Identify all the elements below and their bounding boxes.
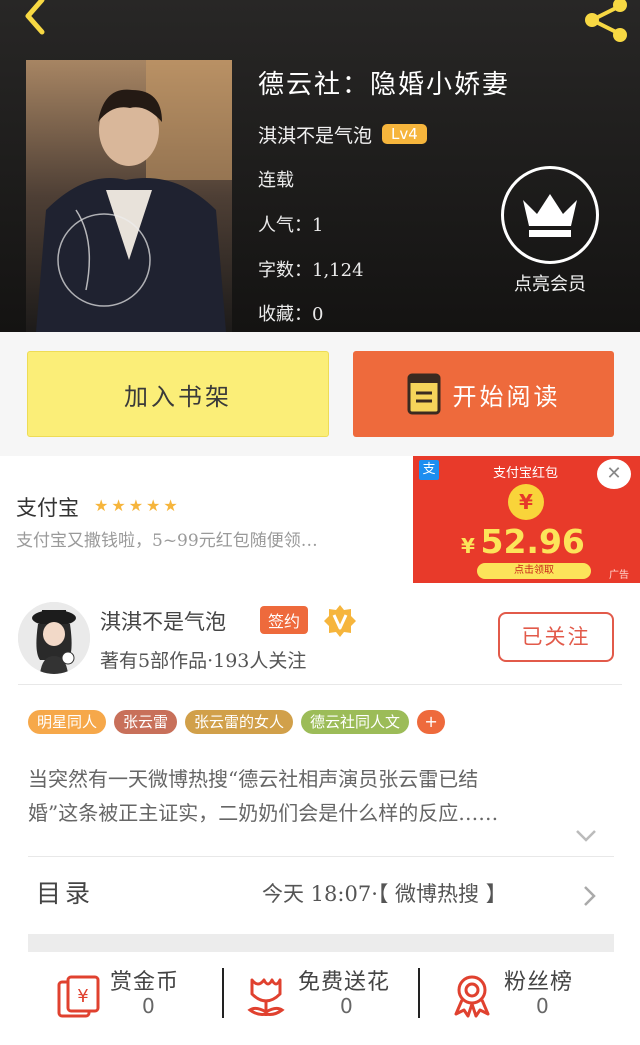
claim-button[interactable]: 点击领取 — [477, 563, 591, 579]
alipay-logo-icon: 支 — [419, 460, 439, 480]
section-separator — [28, 934, 614, 952]
fan-rank-button[interactable]: 粉丝榜 0 — [450, 964, 600, 1024]
ad-image[interactable]: 支 支付宝红包 ✕ ¥ ¥ 52.96 点击领取 广告 — [413, 456, 640, 583]
add-tag-button[interactable]: + — [417, 710, 446, 734]
book-favorites: 收藏：0 — [258, 304, 324, 325]
ad-app-name: 支付宝 — [16, 496, 79, 520]
book-header: 德云社：隐婚小娇妻 淇淇不是气泡 Lv4 连载 人气：1 字数：1,124 收藏… — [0, 0, 640, 332]
author-avatar[interactable] — [18, 602, 90, 674]
send-flower-count: 0 — [340, 994, 353, 1018]
tag-item[interactable]: 德云社同人文 — [301, 710, 410, 734]
expand-chevron-down-icon[interactable] — [574, 828, 598, 844]
back-button[interactable] — [14, 0, 54, 40]
book-popularity: 人气：1 — [258, 215, 324, 236]
latest-chapter[interactable]: 今天 18:07·【 微博热搜 】 — [262, 878, 507, 908]
divider — [28, 856, 614, 857]
ad-tag: 广告 — [609, 570, 629, 581]
description-line: 当突然有一天微博热搜“德云社相声演员张云雷已结 — [28, 767, 479, 791]
verified-icon — [324, 605, 356, 637]
fan-rank-count: 0 — [536, 994, 549, 1018]
bottom-action-bar: ¥ 赏金币 0 免费送花 0 粉丝榜 0 — [0, 964, 640, 1024]
reward-coins-count: 0 — [142, 994, 155, 1018]
author-name[interactable]: 淇淇不是气泡 — [258, 121, 372, 148]
share-icon — [585, 0, 627, 42]
vip-membership-button[interactable]: 点亮会员 — [500, 166, 600, 296]
flower-icon — [247, 978, 285, 1016]
money-envelope-icon: ¥ — [57, 975, 100, 1018]
svg-text:¥: ¥ — [77, 986, 88, 1007]
red-packet-title: 支付宝红包 — [493, 466, 559, 481]
reward-coins-label: 赏金币 — [110, 970, 180, 995]
cover-illustration — [26, 60, 232, 332]
start-reading-label: 开始阅读 — [452, 382, 561, 411]
tag-item[interactable]: 明星同人 — [28, 710, 107, 734]
reward-coins-button[interactable]: ¥ 赏金币 0 — [56, 964, 206, 1024]
separator — [222, 968, 224, 1018]
book-status: 连载 — [258, 170, 294, 191]
currency-symbol: ¥ — [461, 534, 475, 558]
author-name-link[interactable]: 淇淇不是气泡 — [100, 606, 226, 636]
ad-rating-stars: ★★★★★ — [94, 496, 181, 515]
description-line: 婚”这条被正主证实，二奶奶们会是什么样的反应…… — [28, 801, 499, 825]
ad-description: 支付宝又撒钱啦，5~99元红包随便领… — [16, 531, 318, 551]
coin-icon: ¥ — [508, 484, 544, 520]
follow-button[interactable]: 已关注 — [498, 612, 614, 662]
author-row[interactable]: 淇淇不是气泡 Lv4 — [258, 120, 427, 148]
book-cover-image[interactable] — [26, 60, 232, 332]
divider — [18, 684, 622, 685]
author-stats: 著有5部作品·193人关注 — [100, 650, 307, 672]
tag-item[interactable]: 张云雷 — [114, 710, 178, 734]
ad-close-button[interactable]: ✕ — [597, 459, 631, 489]
share-button[interactable] — [580, 0, 634, 44]
ad-banner-row[interactable]: 支付宝 ★★★★★ 支付宝又撒钱啦，5~99元红包随便领… 支 支付宝红包 ✕ … — [0, 456, 640, 592]
book-info-card: 淇淇不是气泡 签约 著有5部作品·193人关注 已关注 明星同人 张云雷 张云雷… — [0, 592, 640, 1045]
tag-item[interactable]: 张云雷的女人 — [185, 710, 294, 734]
vip-label: 点亮会员 — [514, 274, 586, 295]
book-icon — [407, 373, 440, 415]
crown-icon — [523, 194, 577, 237]
send-flower-button[interactable]: 免费送花 0 — [244, 964, 414, 1024]
book-word-count: 字数：1,124 — [258, 260, 364, 281]
avatar-illustration — [18, 602, 90, 674]
add-to-shelf-label: 加入书架 — [124, 382, 232, 411]
table-of-contents-label[interactable]: 目录 — [36, 874, 94, 910]
verified-v-badge — [323, 604, 357, 638]
book-description[interactable]: 当突然有一天微博热搜“德云社相声演员张云雷已结 婚”这条被正主证实，二奶奶们会是… — [28, 762, 612, 830]
signed-badge: 签约 — [260, 606, 309, 634]
vip-crown-badge — [501, 166, 599, 264]
book-detail-page: 德云社：隐婚小娇妻 淇淇不是气泡 Lv4 连载 人气：1 字数：1,124 收藏… — [0, 0, 640, 1045]
start-reading-button[interactable]: 开始阅读 — [353, 351, 614, 437]
add-to-shelf-button[interactable]: 加入书架 — [27, 351, 329, 437]
author-level-badge: Lv4 — [382, 124, 427, 144]
ribbon-badge-icon — [454, 975, 490, 1018]
send-flower-label: 免费送花 — [298, 970, 391, 995]
chevron-left-icon — [25, 0, 45, 35]
separator — [418, 968, 420, 1018]
book-title: 德云社：隐婚小娇妻 — [258, 70, 511, 100]
amount-value: 52.96 — [480, 522, 585, 561]
fan-rank-label: 粉丝榜 — [504, 970, 574, 995]
action-bar: 加入书架 开始阅读 — [0, 332, 640, 456]
red-packet-amount: ¥ 52.96 — [461, 522, 585, 561]
tag-list: 明星同人 张云雷 张云雷的女人 德云社同人文 + — [28, 710, 446, 734]
chevron-right-icon[interactable] — [582, 885, 596, 907]
